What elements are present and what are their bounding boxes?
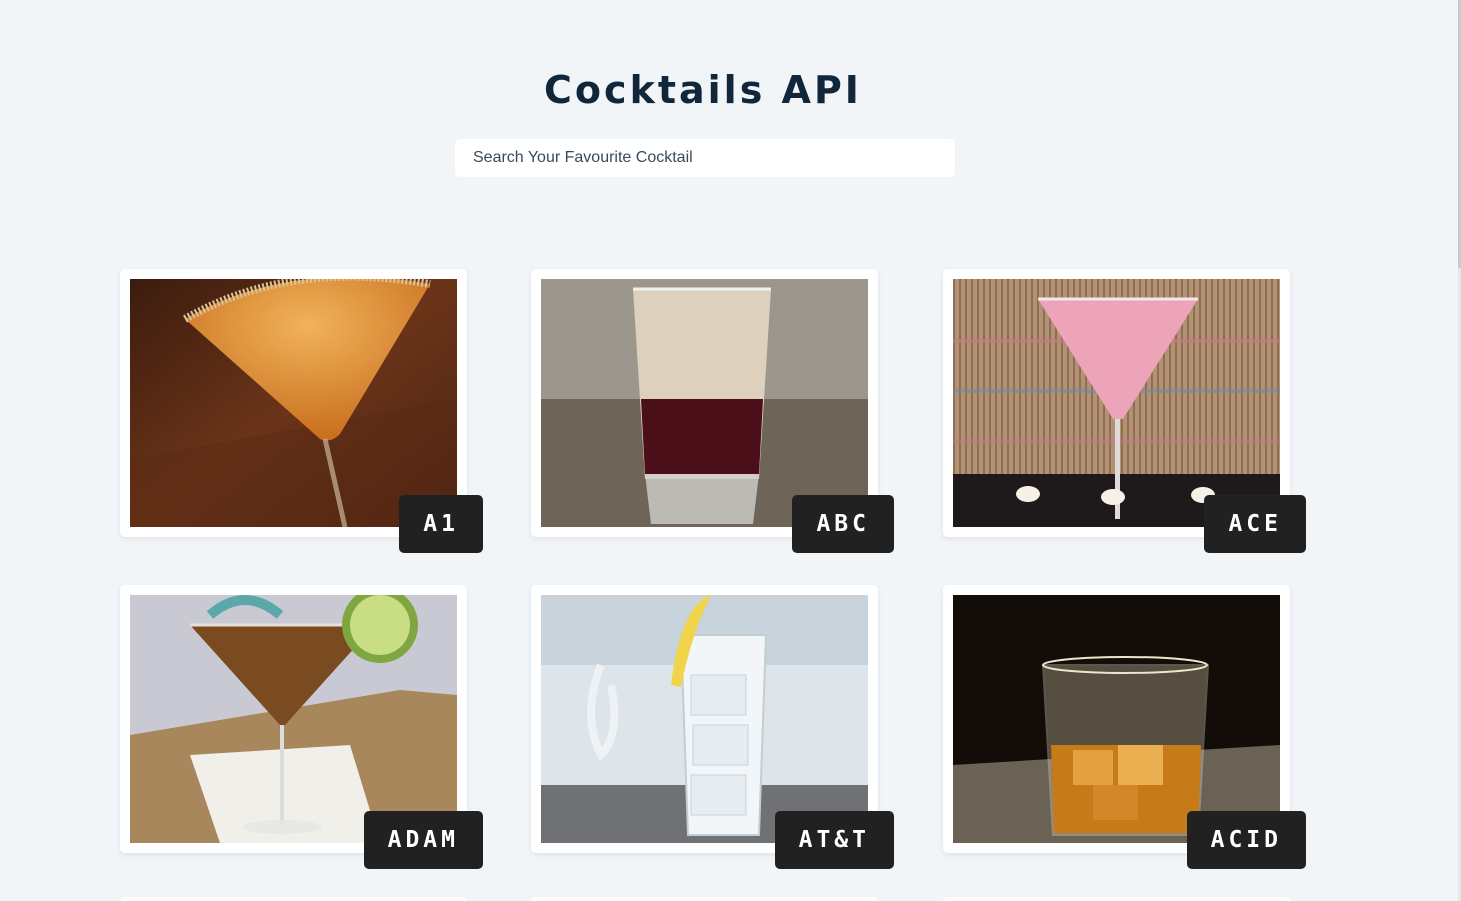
cocktail-name-label: ACID (1186, 811, 1306, 869)
cocktail-image[interactable] (541, 595, 868, 843)
cocktail-name-label: A1 (399, 495, 483, 553)
page: Cocktails API Search Your Favourite Cock… (0, 0, 1461, 901)
cocktail-card-abc[interactable]: ABC (531, 269, 894, 553)
cocktail-image[interactable] (130, 279, 457, 527)
cocktail-image[interactable] (130, 595, 457, 843)
cocktail-card-partial[interactable] (531, 897, 878, 901)
cocktail-name-label: ABC (792, 495, 894, 553)
cocktail-card-partial[interactable] (120, 897, 467, 901)
cocktail-image[interactable] (541, 279, 868, 527)
cocktail-image[interactable] (953, 279, 1280, 527)
cocktail-card-a1[interactable]: A1 (120, 269, 483, 553)
cocktail-card-acid[interactable]: ACID (943, 585, 1306, 869)
cocktail-card-adam[interactable]: ADAM (120, 585, 483, 869)
cocktail-card-ace[interactable]: ACE (943, 269, 1306, 553)
cocktail-card-partial[interactable] (943, 897, 1290, 901)
cocktail-name-label: ACE (1204, 495, 1306, 553)
page-title: Cocktails API (544, 68, 862, 112)
cocktail-name-label: AT&T (774, 811, 894, 869)
search-input[interactable] (455, 139, 955, 177)
cocktail-name-label: ADAM (363, 811, 483, 869)
cocktail-card-at-t[interactable]: AT&T (531, 585, 894, 869)
cocktail-image[interactable] (953, 595, 1280, 843)
